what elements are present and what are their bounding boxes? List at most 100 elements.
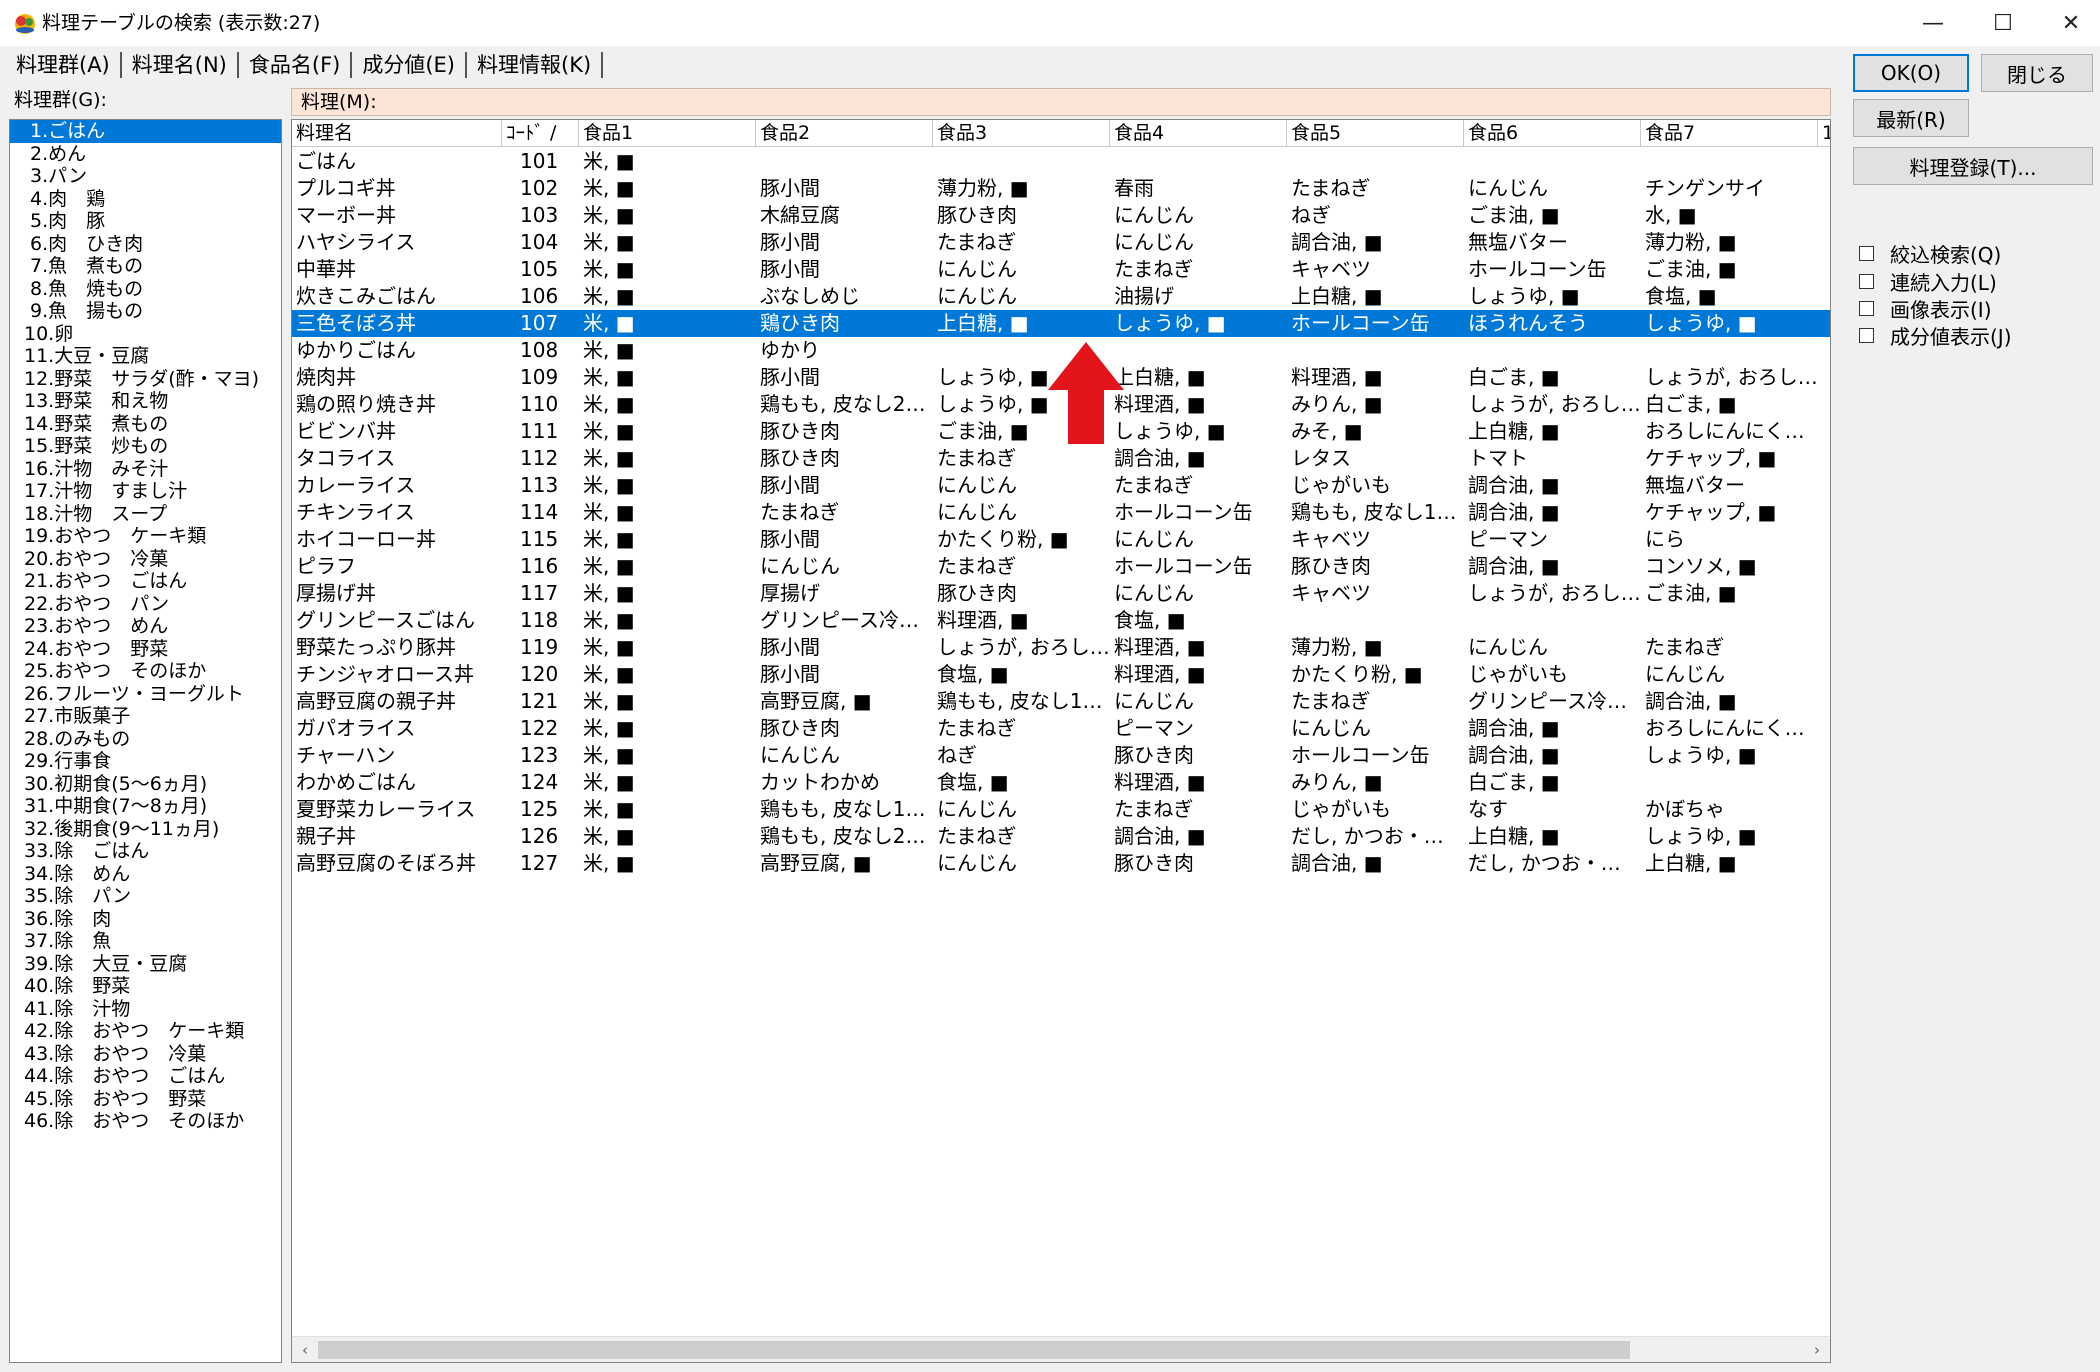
table-row[interactable]: 高野豆腐の親子丼 121 米, ■ 高野豆腐, ■ 鶏もも, 皮なし1… にんじん たまねぎ… [292,688,1830,715]
group-list-item[interactable]: 13.野菜 和え物 [10,390,281,413]
group-list-item[interactable]: 32.後期食(9～11ヵ月) [10,818,281,841]
filter-search-checkbox[interactable]: 絞込検索(Q) [1859,240,2001,267]
table-row[interactable]: カレーライス 113 米, ■ 豚小間 にんじん たまねぎ じゃがいも 調合油, ■ 無塩バター [292,472,1830,499]
checkbox-box[interactable] [1859,245,1874,261]
group-list-item[interactable]: 22.おやつ パン [10,593,281,616]
column-header[interactable]: 食品1 [579,120,756,146]
group-list[interactable]: 1.ごはん 2.めん 3.パン 4.肉 鶏 5.肉 豚 6.肉 ひき肉 7.魚 … [9,119,282,1363]
table-row[interactable]: ハヤシライス 104 米, ■ 豚小間 たまねぎ にんじん 調合油, ■ 無塩バター 薄力粉, … [292,229,1830,256]
table-row[interactable]: チキンライス 114 米, ■ たまねぎ にんじん ホールコーン缶 鶏もも, 皮なし1… 調合… [292,499,1830,526]
scroll-thumb[interactable] [318,1341,1630,1359]
group-list-item[interactable]: 44.除 おやつ ごはん [10,1065,281,1088]
column-header[interactable]: ｺｰﾄﾞ ∕ [502,120,579,146]
dish-table[interactable]: 料理名ｺｰﾄﾞ ∕食品1食品2食品3食品4食品5食品6食品71 ごはん 101 米,… [291,119,1831,1363]
group-list-item[interactable]: 31.中期食(7～8ヵ月) [10,795,281,818]
table-row[interactable]: チャーハン 123 米, ■ にんじん ねぎ 豚ひき肉 ホールコーン缶 調合油, ■ しょうゆ,… [292,742,1830,769]
group-list-item[interactable]: 16.汁物 みそ汁 [10,458,281,481]
group-list-item[interactable]: 5.肉 豚 [10,210,281,233]
tab-nutrient-value[interactable]: 成分値(E) [352,50,465,80]
group-list-item[interactable]: 4.肉 鶏 [10,188,281,211]
scroll-right-arrow[interactable]: › [1804,1337,1830,1362]
close-window-button[interactable]: ✕ [2040,0,2100,46]
group-list-item[interactable]: 34.除 めん [10,863,281,886]
group-list-item[interactable]: 27.市販菓子 [10,705,281,728]
table-row[interactable]: 中華丼 105 米, ■ 豚小間 にんじん たまねぎ キャベツ ホールコーン缶 ごま油, ■ [292,256,1830,283]
group-list-item[interactable]: 40.除 野菜 [10,975,281,998]
column-header[interactable]: 食品5 [1287,120,1464,146]
checkbox-box[interactable] [1859,327,1874,343]
table-row[interactable]: 親子丼 126 米, ■ 鶏もも, 皮なし2… たまねぎ 調合油, ■ だし, かつお・… 上… [292,823,1830,850]
group-list-item[interactable]: 3.パン [10,165,281,188]
checkbox-box[interactable] [1859,273,1874,289]
table-row[interactable]: 三色そぼろ丼 107 米, ■ 鶏ひき肉 上白糖, ■ しょうゆ, ■ ホールコーン缶 ほうれ… [292,310,1830,337]
group-list-item[interactable]: 35.除 パン [10,885,281,908]
tab-food-name[interactable]: 食品名(F) [239,50,350,80]
group-list-item[interactable]: 12.野菜 サラダ(酢・マヨ) [10,368,281,391]
scroll-left-arrow[interactable]: ‹ [292,1337,318,1362]
column-header[interactable]: 食品7 [1641,120,1818,146]
tab-dish-info[interactable]: 料理情報(K) [467,50,601,80]
tab-dish-name[interactable]: 料理名(N) [122,50,237,80]
group-list-item[interactable]: 46.除 おやつ そのほか [10,1110,281,1133]
group-list-item[interactable]: 43.除 おやつ 冷菓 [10,1043,281,1066]
group-list-item[interactable]: 41.除 汁物 [10,998,281,1021]
table-row[interactable]: グリンピースごはん 118 米, ■ グリンピース冷… 料理酒, ■ 食塩, ■ [292,607,1830,634]
group-list-item[interactable]: 39.除 大豆・豆腐 [10,953,281,976]
table-row[interactable]: プルコギ丼 102 米, ■ 豚小間 薄力粉, ■ 春雨 たまねぎ にんじん チンゲンサイ [292,175,1830,202]
table-row[interactable]: 夏野菜カレーライス 125 米, ■ 鶏もも, 皮なし1… にんじん たまねぎ じゃがいも な… [292,796,1830,823]
maximize-button[interactable]: ☐ [1972,0,2034,46]
table-row[interactable]: ホイコーロー丼 115 米, ■ 豚小間 かたくり粉, ■ にんじん キャベツ ピーマン にら [292,526,1830,553]
group-list-item[interactable]: 10.卵 [10,323,281,346]
group-list-item[interactable]: 37.除 魚 [10,930,281,953]
table-row[interactable]: マーボー丼 103 米, ■ 木綿豆腐 豚ひき肉 にんじん ねぎ ごま油, ■ 水, ■ [292,202,1830,229]
group-list-item[interactable]: 30.初期食(5～6ヵ月) [10,773,281,796]
column-header[interactable]: 1 [1818,120,1830,146]
group-list-item[interactable]: 28.のみもの [10,728,281,751]
group-list-item[interactable]: 24.おやつ 野菜 [10,638,281,661]
nutrient-display-checkbox[interactable]: 成分値表示(J) [1859,322,2012,349]
register-dish-button[interactable]: 料理登録(T)... [1853,147,2093,185]
group-list-item[interactable]: 21.おやつ ごはん [10,570,281,593]
horizontal-scrollbar[interactable]: ‹ › [292,1336,1830,1362]
group-list-item[interactable]: 9.魚 揚もの [10,300,281,323]
table-row[interactable]: ガパオライス 122 米, ■ 豚ひき肉 たまねぎ ピーマン にんじん 調合油, ■ おろしにん… [292,715,1830,742]
checkbox-box[interactable] [1859,300,1874,316]
table-row[interactable]: 厚揚げ丼 117 米, ■ 厚揚げ 豚ひき肉 にんじん キャベツ しょうが, おろし… ごま油,… [292,580,1830,607]
group-list-item[interactable]: 36.除 肉 [10,908,281,931]
minimize-button[interactable]: — [1902,0,1964,46]
table-row[interactable]: 高野豆腐のそぼろ丼 127 米, ■ 高野豆腐, ■ にんじん 豚ひき肉 調合油, ■ だし,… [292,850,1830,877]
group-list-item[interactable]: 8.魚 焼もの [10,278,281,301]
image-display-checkbox[interactable]: 画像表示(I) [1859,295,1992,322]
refresh-button[interactable]: 最新(R) [1853,99,1969,137]
continuous-input-checkbox[interactable]: 連続入力(L) [1859,268,1997,295]
group-list-item[interactable]: 23.おやつ めん [10,615,281,638]
group-list-item[interactable]: 33.除 ごはん [10,840,281,863]
group-list-item[interactable]: 1.ごはん [10,120,281,143]
group-list-item[interactable]: 15.野菜 炒もの [10,435,281,458]
group-list-item[interactable]: 18.汁物 スープ [10,503,281,526]
column-header[interactable]: 食品3 [933,120,1110,146]
close-button[interactable]: 閉じる [1981,54,2093,92]
group-list-item[interactable]: 14.野菜 煮もの [10,413,281,436]
table-row[interactable]: ピラフ 116 米, ■ にんじん たまねぎ ホールコーン缶 豚ひき肉 調合油, ■ コンソメ,… [292,553,1830,580]
group-list-item[interactable]: 25.おやつ そのほか [10,660,281,683]
column-header[interactable]: 食品6 [1464,120,1641,146]
ok-button[interactable]: OK(O) [1853,54,1969,92]
group-list-item[interactable]: 17.汁物 すまし汁 [10,480,281,503]
table-row[interactable]: ごはん 101 米, ■ [292,148,1830,175]
group-list-item[interactable]: 11.大豆・豆腐 [10,345,281,368]
group-list-item[interactable]: 45.除 おやつ 野菜 [10,1088,281,1111]
table-row[interactable]: タコライス 112 米, ■ 豚ひき肉 たまねぎ 調合油, ■ レタス トマト ケチャップ, ■ [292,445,1830,472]
table-row[interactable]: 炊きこみごはん 106 米, ■ ぶなしめじ にんじん 油揚げ 上白糖, ■ しょうゆ, ■ 食… [292,283,1830,310]
group-list-item[interactable]: 20.おやつ 冷菓 [10,548,281,571]
group-list-item[interactable]: 19.おやつ ケーキ類 [10,525,281,548]
column-header[interactable]: 食品2 [756,120,933,146]
table-row[interactable]: わかめごはん 124 米, ■ カットわかめ 食塩, ■ 料理酒, ■ みりん, ■ 白ごま,… [292,769,1830,796]
tab-group[interactable]: 料理群(A) [6,50,120,80]
group-list-item[interactable]: 7.魚 煮もの [10,255,281,278]
column-header[interactable]: 食品4 [1110,120,1287,146]
column-header[interactable]: 料理名 [292,120,502,146]
group-list-item[interactable]: 42.除 おやつ ケーキ類 [10,1020,281,1043]
group-list-item[interactable]: 29.行事食 [10,750,281,773]
table-row[interactable]: 野菜たっぷり豚丼 119 米, ■ 豚小間 しょうが, おろし… 料理酒, ■ 薄力粉, ■… [292,634,1830,661]
